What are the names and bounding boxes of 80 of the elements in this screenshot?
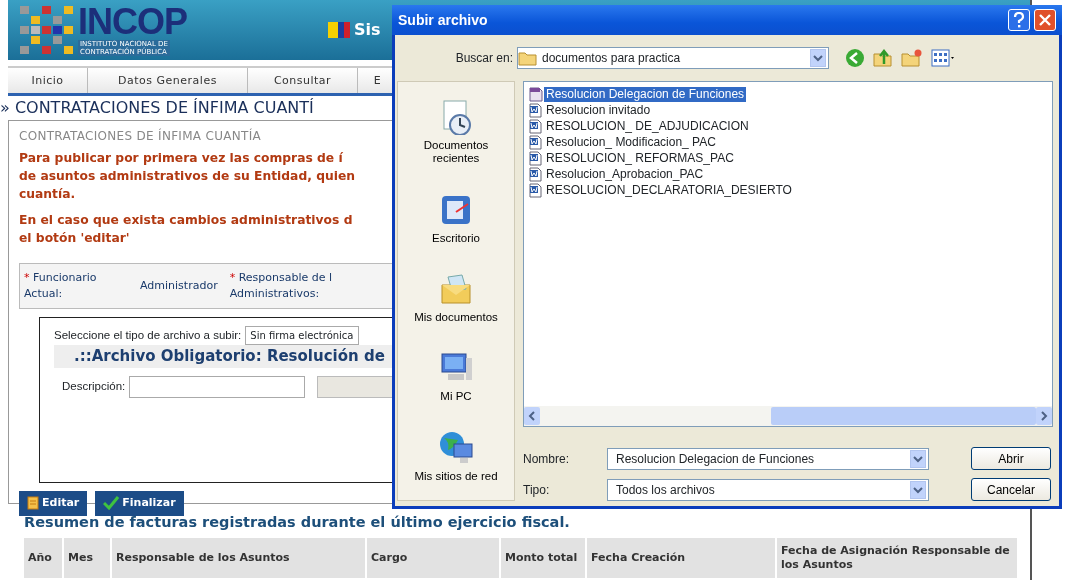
document-icon: [528, 166, 543, 182]
notice-text: de asuntos administrativos de su Entidad, quien: [19, 168, 356, 185]
file-item[interactable]: RESOLUCION_ DE_ADJUDICACION: [544, 118, 751, 134]
up-folder-icon[interactable]: [873, 48, 893, 68]
type-value: Todos los archivos: [616, 481, 715, 499]
nav-item[interactable]: Inicio: [8, 68, 88, 93]
field-value: Administrador: [140, 277, 218, 294]
filename-value: Resolucion Delegacion de Funciones: [616, 450, 815, 468]
place-label[interactable]: Mis documentos: [414, 310, 498, 324]
document-icon: [528, 134, 543, 150]
column-header: Monto total: [501, 537, 587, 578]
column-header: Año: [24, 537, 64, 578]
cancel-button[interactable]: Cancelar: [971, 478, 1051, 501]
filename-field[interactable]: Resolucion Delegacion de Funciones: [607, 447, 929, 470]
column-header: Fecha Creación: [587, 537, 777, 578]
chevron-down-icon: [813, 54, 823, 62]
column-header: Responsable de los Asuntos: [112, 537, 367, 578]
column-header: Mes: [64, 537, 112, 578]
notice-text: En el caso que exista cambios administrativos d: [19, 212, 353, 229]
notice-text: cuantía.: [19, 186, 76, 203]
look-in-value: documentos para practica: [542, 50, 681, 67]
place-label[interactable]: Documentos recientes: [400, 139, 512, 166]
logo-title: INCOP: [78, 3, 187, 40]
look-in-select[interactable]: documentos para practica: [517, 47, 829, 69]
notice-text: el botón 'editar': [19, 230, 130, 247]
summary-title: Resumen de facturas registradas durante el último ejercicio fiscal.: [24, 513, 570, 532]
page-title: » CONTRATACIONES DE ÍNFIMA CUANTÍ: [0, 98, 314, 118]
panel-heading: CONTRATACIONES DE ÍNFIMA CUANTÍA: [19, 127, 261, 145]
chevron-down-icon: [913, 454, 923, 463]
help-button[interactable]: [1008, 9, 1030, 31]
filename-label: Nombre:: [523, 450, 570, 468]
nav-item[interactable]: Datos Generales: [88, 68, 248, 93]
file-item[interactable]: Resolucion invitado: [544, 102, 653, 118]
chevron-down-icon: [913, 485, 923, 494]
document-icon: [528, 102, 543, 118]
document-icon: [528, 150, 543, 166]
place-label[interactable]: Mis sitios de red: [414, 469, 498, 483]
dialog-title: Subir archivo: [398, 10, 488, 30]
horizontal-scrollbar[interactable]: [524, 406, 1052, 426]
file-item[interactable]: RESOLUCION_ REFORMAS_PAC: [544, 150, 736, 166]
column-header: Cargo: [367, 537, 501, 578]
view-menu-icon[interactable]: [931, 49, 957, 67]
notice-text: Para publicar por primera vez las compras de í: [19, 150, 343, 167]
edit-icon: [27, 496, 39, 511]
open-button[interactable]: Abrir: [971, 447, 1051, 470]
field-label: * Responsable de l Administrativos:: [229, 269, 334, 302]
column-header: Fecha de Asignación Responsable de los Asuntos: [777, 537, 1019, 578]
flag-icon: [328, 22, 350, 38]
document-icon: [528, 118, 543, 134]
file-item[interactable]: Resolucion Delegacion de Funciones: [544, 86, 747, 102]
section-title: .::Archivo Obligatorio: Resolución de: [74, 347, 385, 365]
field-label: * Funcionario Actual:: [24, 269, 98, 302]
system-title: Sis: [354, 19, 381, 41]
document-icon: [528, 182, 543, 198]
type-label: Tipo:: [523, 481, 551, 499]
scroll-right-icon: [1036, 407, 1052, 425]
new-folder-icon[interactable]: [901, 48, 923, 68]
nav-item[interactable]: Consultar: [248, 68, 358, 93]
select-label: Seleccione el tipo de archivo a subir:: [54, 327, 242, 343]
file-icon: [528, 86, 543, 102]
file-type-select[interactable]: Sin firma electrónica: [245, 326, 359, 345]
close-icon: [1039, 14, 1051, 26]
edit-button[interactable]: Editar: [19, 491, 88, 516]
place-label[interactable]: Mi PC: [440, 390, 472, 404]
scroll-thumb[interactable]: [771, 407, 1036, 425]
help-icon: [1013, 12, 1025, 28]
place-label[interactable]: Escritorio: [432, 231, 480, 245]
network-icon: [438, 429, 474, 466]
scroll-left-icon: [524, 407, 540, 425]
description-field[interactable]: [129, 375, 306, 398]
look-in-label: Buscar en:: [454, 50, 514, 67]
close-button[interactable]: [1034, 9, 1056, 31]
description-label: Descripción:: [62, 378, 126, 394]
check-icon: [103, 496, 120, 511]
file-item[interactable]: RESOLUCION_DECLARATORIA_DESIERTO: [544, 182, 794, 198]
finish-button[interactable]: Finalizar: [95, 491, 184, 516]
back-icon[interactable]: [845, 48, 865, 68]
file-item[interactable]: Resolucion_Aprobacion_PAC: [544, 166, 706, 182]
type-select[interactable]: Todos los archivos: [607, 478, 929, 501]
file-item[interactable]: Resolucion_ Modificacion_ PAC: [544, 134, 718, 150]
